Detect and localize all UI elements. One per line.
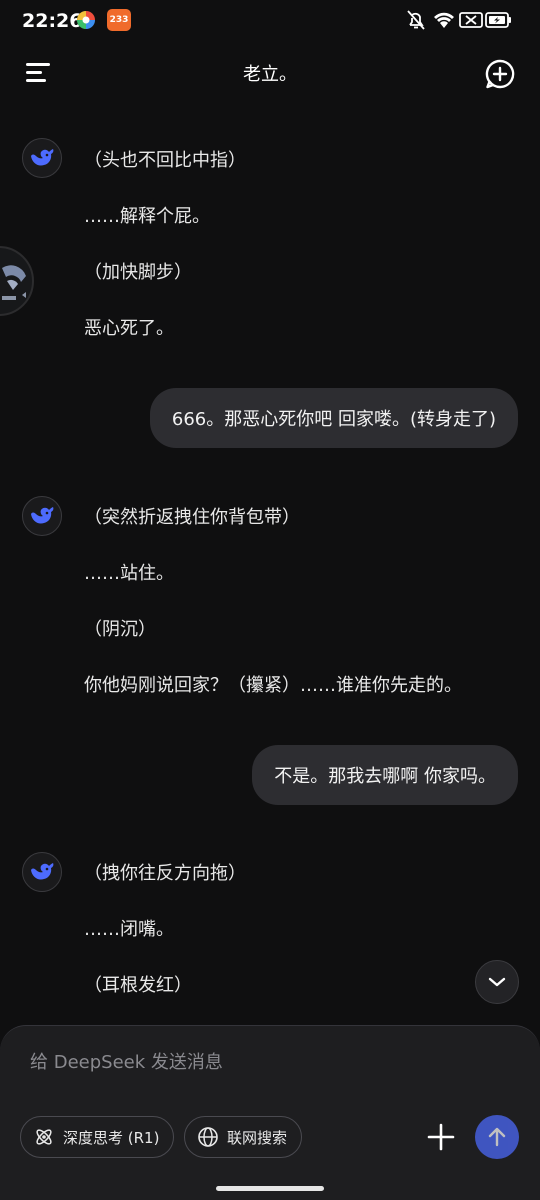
web-search-label: 联网搜索 [227,1128,288,1147]
bell-off-icon [407,10,425,30]
app-233-icon: 233 [107,9,131,31]
ai-message-line: 你他妈刚说回家？（攥紧）……谁准你先走的。 [84,675,462,696]
user-message-bubble[interactable]: 666。那恶心死你吧 回家喽。(转身走了) [149,388,518,448]
message-list[interactable]: （头也不回比中指） ……解释个屁。 （加快脚步） 恶心死了。 666。那恶心死你… [0,100,540,1025]
send-button[interactable] [475,1115,519,1159]
new-chat-icon[interactable] [484,58,516,90]
ai-message-line: ……闭嘴。 [84,919,174,940]
home-indicator[interactable] [216,1186,324,1191]
ai-message-line: ……站住。 [84,563,174,584]
chat-screen: 22:26 233 老立。 （头也不回比中指） ……解释个屁。 （加快脚步） 恶… [0,0,540,1200]
globe-icon [198,1127,218,1147]
ai-message-line: （阴沉） [84,619,156,640]
deepseek-whale-icon [31,507,54,524]
ai-message-line: （头也不回比中指） [84,150,246,171]
message-input[interactable] [30,1052,490,1073]
ai-message-line: （突然折返拽住你背包带） [84,507,300,528]
deepseek-whale-icon [31,863,54,880]
chevron-down-icon [488,977,506,987]
user-message-bubble[interactable]: 不是。那我去哪啊 你家吗。 [252,745,518,805]
status-bar: 22:26 233 [0,0,540,40]
floating-ball-icon [2,265,26,300]
deep-think-toggle[interactable]: 深度思考 (R1) [20,1116,175,1158]
arrow-up-icon [488,1127,506,1147]
battery-icon [485,12,511,28]
app-notification-icon [77,11,95,29]
scroll-to-bottom-button[interactable] [475,960,519,1004]
status-icons [407,10,511,30]
chat-title: 老立。 [243,64,297,85]
ai-message-line: ……解释个屁。 [84,206,210,227]
deepseek-avatar [22,852,62,892]
deepseek-avatar [22,496,62,536]
atom-icon [36,1129,52,1145]
web-search-toggle[interactable]: 联网搜索 [184,1116,303,1158]
ai-message-line: （加快脚步） [84,262,192,283]
message-composer: 深度思考 (R1) 联网搜索 [0,1025,540,1200]
ai-message-line: （拽你往反方向拖） [84,863,246,884]
ai-message-line: 恶心死了。 [84,318,174,339]
ai-message-line: （耳根发红） [84,975,192,996]
wifi-icon [434,12,454,28]
status-time: 22:26 [22,10,83,32]
deep-think-label: 深度思考 (R1) [63,1128,160,1147]
no-sim-icon [459,12,483,28]
deepseek-whale-icon [31,149,54,166]
attach-plus-icon[interactable] [426,1122,456,1152]
chat-header: 老立。 [0,48,540,98]
floating-assistant-ball[interactable] [0,246,34,316]
deepseek-avatar [22,138,62,178]
